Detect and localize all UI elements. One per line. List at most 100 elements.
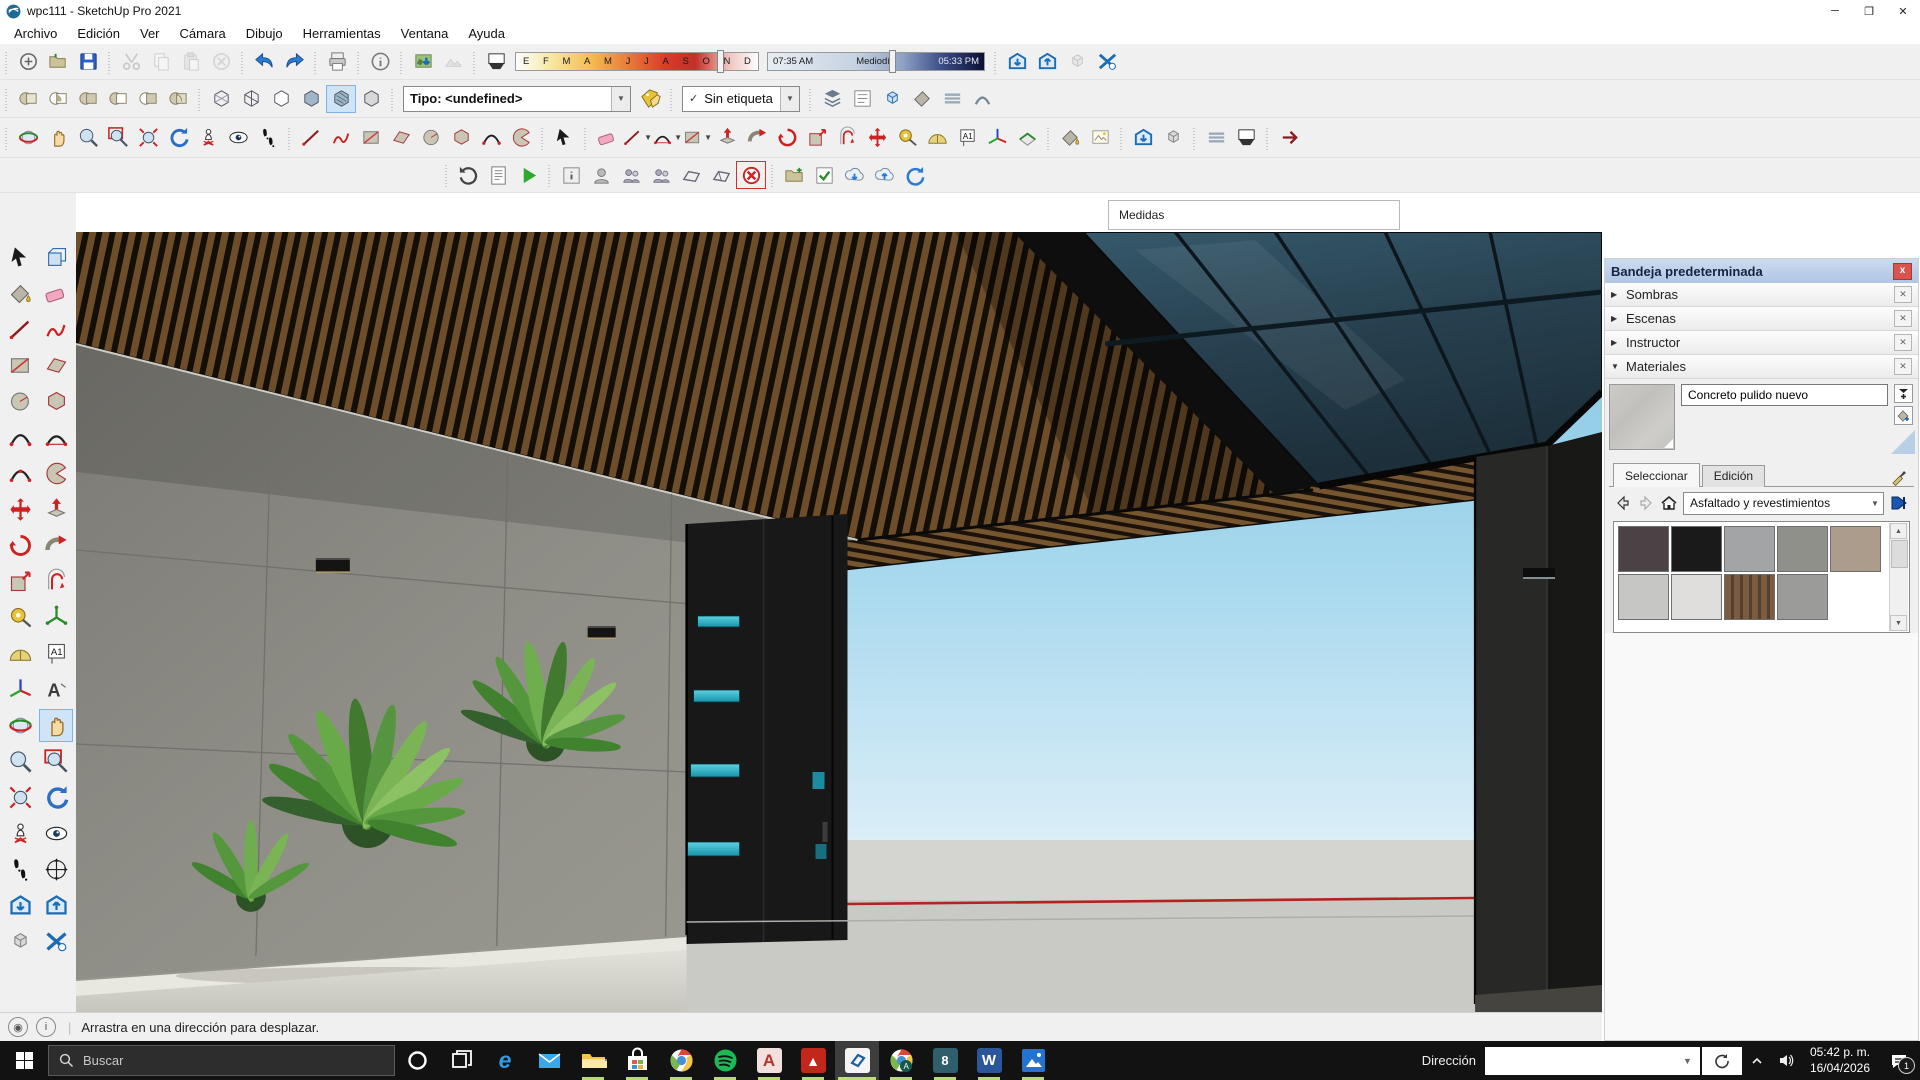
move-icon[interactable] — [862, 124, 892, 152]
tool-paint-bucket[interactable] — [3, 277, 37, 310]
pan-icon[interactable] — [43, 124, 73, 152]
paint-bucket-icon[interactable] — [1055, 124, 1085, 152]
tool-position-camera[interactable] — [3, 817, 37, 850]
menu-archivo[interactable]: Archivo — [4, 22, 67, 44]
tool-text[interactable]: A1 — [39, 637, 73, 670]
tool-three-point-arc[interactable] — [3, 457, 37, 490]
offset-icon[interactable] — [832, 124, 862, 152]
follow-me-icon[interactable] — [742, 124, 772, 152]
position-camera-icon[interactable] — [193, 124, 223, 152]
two-point-arc-icon[interactable]: ▼ — [652, 124, 682, 152]
active-tag-dropdown[interactable]: ✓Sin etiqueta▼ — [682, 86, 800, 112]
tray-section-materiales[interactable]: ▼Materiales✕ — [1605, 355, 1918, 379]
fog-icon[interactable] — [937, 85, 967, 113]
model-info-icon[interactable] — [365, 48, 395, 76]
tool-zoom[interactable] — [3, 745, 37, 778]
tool-walk[interactable] — [3, 853, 37, 886]
rotated-rectangle-icon[interactable] — [386, 124, 416, 152]
line-icon[interactable]: ▼ — [622, 124, 652, 152]
generate-report-icon[interactable] — [483, 161, 513, 189]
wire-a-icon[interactable] — [676, 161, 706, 189]
entity-info-icon[interactable] — [556, 161, 586, 189]
fog-icon[interactable] — [1201, 124, 1231, 152]
tab-edicion[interactable]: Edición — [1702, 465, 1765, 487]
soften-icon[interactable] — [967, 85, 997, 113]
tool-pan[interactable] — [39, 709, 73, 742]
hidden-line-icon[interactable] — [266, 85, 296, 113]
minimize-button[interactable]: ─ — [1818, 0, 1852, 22]
freehand-icon[interactable] — [326, 124, 356, 152]
menu-dibujo[interactable]: Dibujo — [236, 22, 293, 44]
tool-make-component[interactable] — [39, 241, 73, 274]
validate-icon[interactable] — [809, 161, 839, 189]
delete-icon[interactable] — [206, 48, 236, 76]
tool-tape-measure[interactable] — [3, 601, 37, 634]
menu-ver[interactable]: Ver — [130, 22, 170, 44]
tool-rectangle[interactable] — [3, 349, 37, 382]
material-swatch-hormigon-claro[interactable] — [1618, 574, 1669, 620]
create-material-button[interactable] — [1894, 406, 1913, 425]
union-icon[interactable] — [73, 85, 103, 113]
face-person-icon[interactable] — [586, 161, 616, 189]
monochrome-icon[interactable] — [356, 85, 386, 113]
scroll-down-icon[interactable]: ▼ — [1890, 615, 1907, 631]
material-swatch-grava-beige[interactable] — [1830, 526, 1881, 572]
shaded-textures-icon[interactable] — [326, 85, 356, 113]
tape-measure-icon[interactable] — [892, 124, 922, 152]
material-swatch-asfalto-oscuro[interactable] — [1618, 526, 1669, 572]
home-icon[interactable] — [1660, 494, 1678, 512]
look-around-icon[interactable] — [223, 124, 253, 152]
record-stop-icon[interactable] — [736, 161, 766, 189]
axes-icon[interactable] — [982, 124, 1012, 152]
taskbar-app-layout-8[interactable]: 8 — [923, 1041, 967, 1080]
material-swatch-blanco-roto[interactable] — [1671, 574, 1722, 620]
tool-3d-text[interactable]: A — [39, 673, 73, 706]
walk-icon[interactable] — [253, 124, 283, 152]
material-swatch-gris-medio[interactable] — [1777, 526, 1828, 572]
material-category-dropdown[interactable]: Asfaltado y revestimientos ▼ — [1683, 492, 1884, 515]
tool-scale[interactable] — [3, 565, 37, 598]
tool-arc[interactable] — [3, 421, 37, 454]
taskbar-app-word[interactable]: W — [967, 1041, 1011, 1080]
taskbar-app-chrome[interactable] — [659, 1041, 703, 1080]
tool-orbit[interactable] — [3, 709, 37, 742]
tool-push-pull[interactable] — [39, 493, 73, 526]
back-arrow-icon[interactable] — [1614, 494, 1632, 512]
subtract-icon[interactable] — [103, 85, 133, 113]
material-preview[interactable] — [1609, 384, 1675, 450]
tool-protractor[interactable] — [3, 637, 37, 670]
outliner-icon[interactable] — [847, 85, 877, 113]
text-icon[interactable]: A1 — [952, 124, 982, 152]
tray-section-escenas[interactable]: ▶Escenas✕ — [1605, 307, 1918, 331]
volume-icon[interactable] — [1772, 1041, 1802, 1080]
menu-cámara[interactable]: Cámara — [170, 22, 236, 44]
classification-type-dropdown[interactable]: Tipo: <undefined>▼ — [403, 86, 631, 112]
new-icon[interactable] — [13, 48, 43, 76]
dock-right-icon[interactable] — [1274, 124, 1304, 152]
tool-warehouse-get[interactable] — [3, 889, 37, 922]
address-go-button[interactable] — [1702, 1047, 1742, 1075]
close-icon[interactable]: ✕ — [1894, 358, 1912, 375]
component-share-icon[interactable] — [1158, 124, 1188, 152]
tool-select[interactable] — [3, 241, 37, 274]
shell-icon[interactable] — [13, 85, 43, 113]
shaded-icon[interactable] — [296, 85, 326, 113]
material-swatch-gris-2[interactable] — [1777, 574, 1828, 620]
people-icon[interactable] — [646, 161, 676, 189]
tool-move[interactable] — [3, 493, 37, 526]
tray-section-instructor[interactable]: ▶Instructor✕ — [1605, 331, 1918, 355]
circle-icon[interactable] — [416, 124, 446, 152]
redo-icon[interactable] — [279, 48, 309, 76]
rectangle-icon[interactable] — [356, 124, 386, 152]
viewport-3d[interactable] — [76, 232, 1602, 1012]
details-arrow-button[interactable] — [1889, 493, 1909, 513]
people-icon[interactable] — [616, 161, 646, 189]
add-location-icon[interactable] — [408, 48, 438, 76]
address-chevron-icon[interactable]: ▼ — [1675, 1056, 1700, 1066]
material-swatch-madera-listones[interactable] — [1724, 574, 1775, 620]
measurements-box[interactable]: Medidas — [1108, 200, 1400, 230]
tool-pie[interactable] — [39, 457, 73, 490]
shadow-month-slider[interactable]: EFMAMJJASOND — [515, 52, 759, 71]
tool-two-point-arc[interactable] — [39, 421, 73, 454]
taskbar-app-edge[interactable]: e — [483, 1041, 527, 1080]
